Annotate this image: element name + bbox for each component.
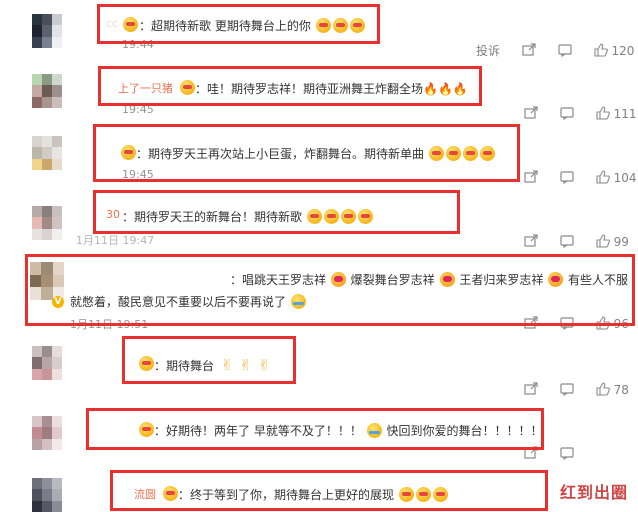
rock-hand-emoji-icon: ✌: [220, 356, 234, 374]
hug-emoji-icon: [415, 487, 431, 502]
comment-1: cc ：超期待新歌 更期待舞台上的你 19:44 投诉 120: [0, 8, 638, 60]
vip-badge-icon: [121, 145, 136, 160]
heart-eyes-emoji-icon: [548, 272, 564, 287]
reply-icon[interactable]: [560, 170, 574, 184]
share-icon[interactable]: [524, 316, 538, 330]
username[interactable]: 30: [106, 208, 120, 221]
watermark: 红到出圈: [559, 483, 628, 502]
avatar[interactable]: [32, 478, 62, 512]
comment-text: ：好期待！两年了 早就等不及了！！！ 快回到你爱的舞台！！！！！: [154, 423, 543, 438]
comment-time: 1月11日 19:51: [70, 318, 149, 331]
comment-actions: 96: [524, 316, 629, 331]
comment-text-line2: 就憋着，酸民意见不重要以后不要再说了: [70, 293, 307, 310]
share-icon[interactable]: [524, 170, 538, 184]
reply-icon[interactable]: [560, 446, 574, 460]
username[interactable]: cc: [106, 17, 118, 30]
comment-4: 30 ：期待罗天王的新舞台！期待新歌 1月11日 19:47 99: [0, 192, 638, 250]
comment-text: ：期待罗天王的新舞台！期待新歌: [122, 208, 374, 225]
heart-eyes-emoji-icon: [439, 272, 455, 287]
hug-emoji-icon: [428, 146, 444, 161]
avatar[interactable]: [32, 136, 62, 170]
comment-actions: 111: [524, 106, 637, 121]
hug-emoji-icon: [445, 146, 461, 161]
like-icon[interactable]: [596, 316, 610, 330]
username[interactable]: 上了一只猪: [118, 80, 173, 96]
vip-badge-icon: [163, 486, 178, 501]
comment-text: ：超期待新歌 更期待舞台上的你: [139, 17, 366, 34]
comment-3: ：期待罗天王再次站上小巨蛋，炸翻舞台。期待新单曲 19:45 104: [0, 128, 638, 186]
share-icon[interactable]: [524, 234, 538, 248]
reply-icon[interactable]: [560, 316, 574, 330]
verified-badge-icon: V: [52, 296, 64, 308]
hug-emoji-icon: [462, 146, 478, 161]
like-count: 96: [613, 317, 629, 331]
comment-5: V ：唱跳天王罗志祥 爆裂舞台罗志祥 王者归来罗志祥 有些人不服 就憋着，酸民意…: [0, 256, 638, 331]
comment-2: 上了一只猪 ：哇！期待罗志祥！期待亚洲舞王炸翻全场🔥🔥🔥 19:45 111: [0, 66, 638, 122]
hug-emoji-icon: [432, 487, 448, 502]
comment-actions: 78: [524, 382, 629, 397]
comment-8: 流圆 ：终于等到了你，期待舞台上更好的展现: [0, 468, 638, 512]
like-icon[interactable]: [593, 43, 608, 57]
like-count: 78: [613, 383, 629, 397]
like-icon[interactable]: [596, 234, 610, 248]
hug-emoji-icon: [323, 209, 339, 224]
like-count: 99: [613, 235, 629, 249]
share-icon[interactable]: [524, 106, 538, 120]
vip-badge-icon: [123, 17, 138, 32]
hug-emoji-icon: [398, 487, 414, 502]
rock-hand-emoji-icon: ✌: [239, 356, 252, 374]
comment-text: ：终于等到了你，期待舞台上更好的展现: [178, 486, 449, 503]
like-icon[interactable]: [596, 382, 610, 396]
vip-badge-icon: [139, 422, 154, 437]
comment-actions: [524, 446, 574, 461]
reply-icon[interactable]: [560, 382, 574, 396]
comment-actions: 投诉 120: [476, 42, 634, 59]
comment-text: ：唱跳天王罗志祥 爆裂舞台罗志祥 王者归来罗志祥 有些人不服: [230, 272, 629, 287]
hug-emoji-icon: [479, 146, 495, 161]
hug-emoji-icon: [315, 18, 331, 33]
hug-emoji-icon: [357, 209, 373, 224]
heart-eyes-emoji-icon: [330, 272, 346, 287]
comment-actions: 104: [524, 170, 637, 185]
comment-time: 19:45: [122, 103, 154, 116]
fire-emoji-icon: 🔥🔥🔥: [423, 82, 468, 96]
like-count: 111: [613, 107, 637, 121]
username[interactable]: 流圆: [134, 486, 156, 502]
crying-emoji-icon: [290, 294, 306, 309]
comment-7: ：好期待！两年了 早就等不及了！！！ 快回到你爱的舞台！！！！！: [0, 406, 638, 464]
comment-text: ：期待罗天王再次站上小巨蛋，炸翻舞台。期待新单曲: [136, 145, 496, 162]
avatar[interactable]: [32, 206, 62, 240]
comment-time: 19:45: [122, 168, 154, 181]
comment-time: 1月11日 19:47: [76, 234, 155, 247]
share-icon[interactable]: [524, 382, 538, 396]
like-icon[interactable]: [596, 170, 610, 184]
comment-time: 19:44: [122, 38, 154, 51]
reply-icon[interactable]: [560, 234, 574, 248]
report-link[interactable]: 投诉: [476, 44, 500, 58]
reply-icon[interactable]: [558, 43, 572, 57]
share-icon[interactable]: [524, 446, 538, 460]
share-icon[interactable]: [522, 43, 536, 57]
vip-badge-icon: [180, 80, 195, 95]
vip-badge-icon: [139, 356, 154, 371]
avatar[interactable]: [32, 74, 62, 108]
avatar[interactable]: [32, 416, 62, 450]
avatar[interactable]: [30, 262, 64, 300]
avatar[interactable]: [32, 14, 62, 48]
like-icon[interactable]: [596, 106, 610, 120]
hug-emoji-icon: [340, 209, 356, 224]
hug-emoji-icon: [349, 18, 365, 33]
hug-emoji-icon: [332, 18, 348, 33]
crying-emoji-icon: [366, 423, 382, 438]
reply-icon[interactable]: [560, 106, 574, 120]
avatar[interactable]: [32, 346, 62, 380]
like-count: 104: [613, 171, 637, 185]
rock-hand-emoji-icon: ✌: [258, 356, 271, 374]
comment-text: ：哇！期待罗志祥！期待亚洲舞王炸翻全场🔥🔥🔥: [195, 82, 468, 96]
comment-actions: 99: [524, 234, 629, 249]
like-count: 120: [611, 44, 635, 58]
comment-text: ：期待舞台 ✌ ✌ ✌: [154, 356, 271, 374]
comment-6: ：期待舞台 ✌ ✌ ✌ 78: [0, 336, 638, 400]
hug-emoji-icon: [306, 209, 322, 224]
